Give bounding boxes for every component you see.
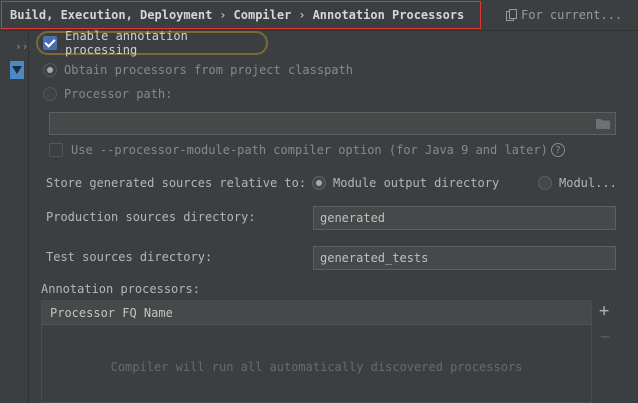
- radio-module-content-root[interactable]: Modul...: [538, 176, 617, 190]
- annotation-processors-label: Annotation processors:: [41, 282, 200, 296]
- table-header: Processor FQ Name: [42, 301, 591, 325]
- copy-icon: [506, 9, 517, 21]
- annotation-processors-label-row: Annotation processors:: [41, 282, 200, 296]
- breadcrumb-item-build[interactable]: Build, Execution, Deployment: [10, 8, 212, 22]
- radio-obtain-from-classpath[interactable]: Obtain processors from project classpath: [43, 63, 353, 77]
- help-icon[interactable]: ?: [550, 143, 565, 157]
- production-dir-label: Production sources directory:: [46, 210, 256, 224]
- module-content-root-label: Modul...: [559, 176, 617, 190]
- annotation-processors-table[interactable]: Processor FQ Name Compiler will run all …: [41, 300, 592, 403]
- store-generated-row: Store generated sources relative to:: [46, 176, 306, 190]
- test-dir-input[interactable]: generated_tests: [313, 246, 616, 270]
- test-dir-value: generated_tests: [320, 251, 429, 265]
- test-dir-label: Test sources directory:: [46, 250, 213, 264]
- enable-annotation-processing-checkbox[interactable]: Enable annotation processing: [36, 29, 268, 57]
- table-empty-text: Compiler will run all automatically disc…: [110, 360, 523, 374]
- breadcrumb-item-annotation-processors: Annotation Processors: [312, 8, 465, 22]
- checkbox-disabled-icon[interactable]: [49, 143, 63, 157]
- radio-button-selected[interactable]: [312, 176, 326, 190]
- radio-module-output-directory[interactable]: Module output directory: [312, 176, 499, 190]
- breadcrumb: Build, Execution, Deployment › Compiler …: [1, 1, 481, 29]
- radio-processor-path[interactable]: Processor path:: [43, 87, 172, 101]
- remove-processor-button[interactable]: −: [600, 329, 610, 346]
- for-current-label: For current...: [521, 8, 623, 22]
- breadcrumb-separator: ›: [219, 8, 227, 22]
- for-current-project-link[interactable]: For current...: [506, 8, 622, 22]
- module-path-option-label: Use --processor-module-path compiler opt…: [71, 143, 548, 157]
- breadcrumb-separator: ›: [298, 8, 306, 22]
- column-header-processor-fq-name[interactable]: Processor FQ Name: [50, 306, 173, 320]
- production-dir-input[interactable]: generated: [313, 206, 616, 230]
- production-dir-label-row: Production sources directory:: [46, 210, 256, 224]
- expand-icon[interactable]: ››: [15, 40, 28, 53]
- checkbox-checked-icon[interactable]: [43, 36, 57, 50]
- test-dir-label-row: Test sources directory:: [46, 250, 212, 264]
- folder-icon[interactable]: [596, 118, 610, 129]
- store-generated-label: Store generated sources relative to:: [46, 176, 307, 190]
- processor-path-input[interactable]: [49, 112, 616, 135]
- breadcrumb-item-compiler[interactable]: Compiler: [234, 8, 292, 22]
- production-dir-value: generated: [320, 211, 386, 225]
- obtain-from-classpath-label: Obtain processors from project classpath: [64, 63, 353, 77]
- add-processor-button[interactable]: +: [599, 303, 609, 320]
- processor-path-label: Processor path:: [64, 87, 173, 101]
- radio-button[interactable]: [43, 87, 57, 101]
- left-tool-strip: [0, 31, 29, 403]
- collapse-triangle-icon[interactable]: [10, 61, 24, 79]
- radio-button-selected[interactable]: [43, 63, 57, 77]
- module-path-option[interactable]: Use --processor-module-path compiler opt…: [49, 143, 565, 157]
- module-output-directory-label: Module output directory: [333, 176, 500, 190]
- enable-annotation-processing-label: Enable annotation processing: [65, 29, 188, 57]
- radio-button[interactable]: [538, 176, 552, 190]
